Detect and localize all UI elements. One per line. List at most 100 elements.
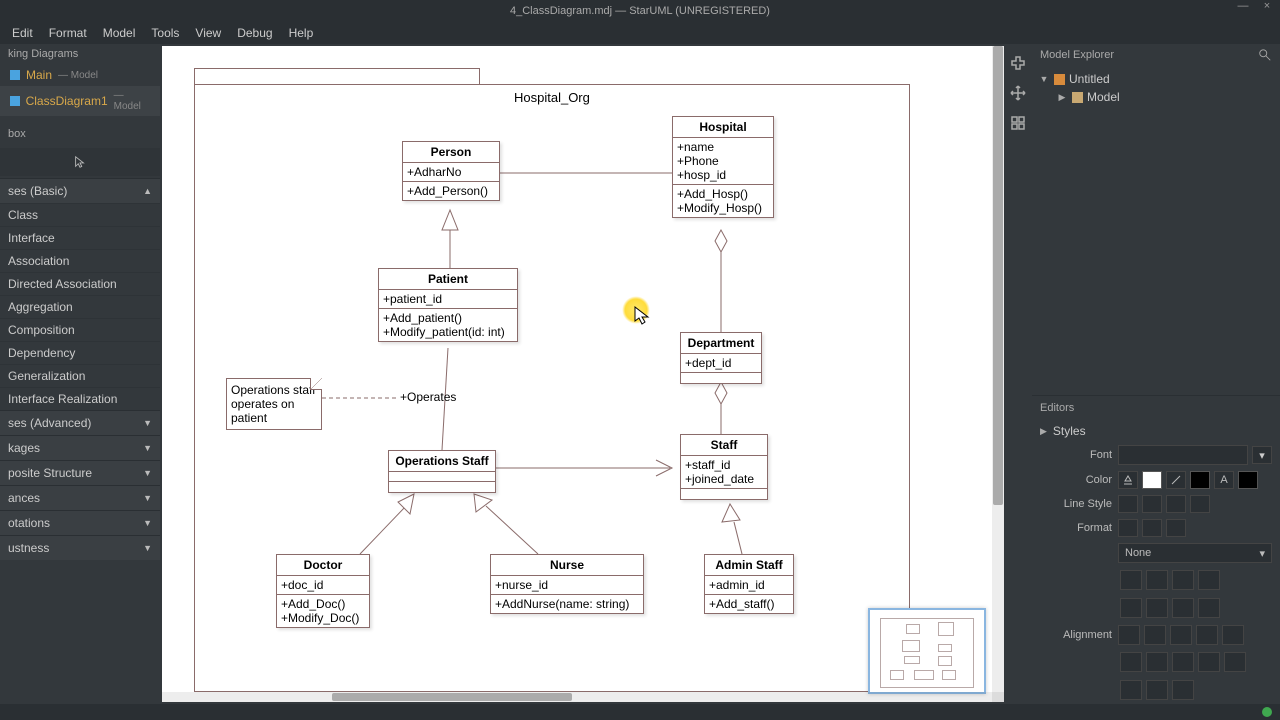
- tool-directed-association[interactable]: Directed Association: [0, 272, 160, 295]
- center-panel: Hospital_Org: [160, 44, 1004, 704]
- line-oblique-icon[interactable]: [1142, 495, 1162, 513]
- format-icon-3[interactable]: [1166, 519, 1186, 537]
- diagram-canvas[interactable]: Hospital_Org: [162, 46, 1004, 702]
- dropdown-icon[interactable]: ▾: [1252, 446, 1272, 464]
- menu-view[interactable]: View: [187, 24, 229, 42]
- align-btn[interactable]: [1146, 680, 1168, 700]
- class-operations-staff[interactable]: Operations Staff: [388, 450, 496, 493]
- tool-dependency[interactable]: Dependency: [0, 341, 160, 364]
- grid-icon[interactable]: [1007, 112, 1029, 134]
- prop-label: Format: [1040, 522, 1112, 534]
- align-btn[interactable]: [1120, 680, 1142, 700]
- align-btn[interactable]: [1170, 625, 1192, 645]
- tool-generalization[interactable]: Generalization: [0, 364, 160, 387]
- toolbox-category-robustness[interactable]: ustness ▼: [0, 535, 160, 560]
- stereotype-dropdown[interactable]: None ▾: [1118, 543, 1272, 563]
- fmt-btn[interactable]: [1172, 570, 1194, 590]
- toolbox-select-cursor[interactable]: [0, 148, 160, 176]
- tool-class[interactable]: Class: [0, 203, 160, 226]
- font-dropdown[interactable]: [1118, 445, 1248, 465]
- class-doctor[interactable]: Doctor +doc_id +Add_Doc() +Modify_Doc(): [276, 554, 370, 628]
- align-btn[interactable]: [1224, 652, 1246, 672]
- menu-tools[interactable]: Tools: [143, 24, 187, 42]
- tree-twisty-icon[interactable]: ▼: [1038, 74, 1050, 84]
- package-tab[interactable]: [194, 68, 480, 84]
- search-icon[interactable]: [1258, 48, 1272, 62]
- fmt-btn[interactable]: [1146, 598, 1168, 618]
- class-nurse[interactable]: Nurse +nurse_id +AddNurse(name: string): [490, 554, 644, 614]
- tool-aggregation[interactable]: Aggregation: [0, 295, 160, 318]
- toolbox-category-instances[interactable]: ances ▼: [0, 485, 160, 510]
- minimap[interactable]: [868, 608, 986, 694]
- align-btn[interactable]: [1198, 652, 1220, 672]
- close-button[interactable]: ×: [1258, 0, 1276, 12]
- text-color-icon[interactable]: A: [1214, 471, 1234, 489]
- chevron-down-icon: ▼: [143, 418, 152, 428]
- menu-help[interactable]: Help: [281, 24, 322, 42]
- class-person[interactable]: Person +AdharNo +Add_Person(): [402, 141, 500, 201]
- tool-interface-realization[interactable]: Interface Realization: [0, 387, 160, 410]
- format-icon-2[interactable]: [1142, 519, 1162, 537]
- menu-debug[interactable]: Debug: [229, 24, 280, 42]
- line-color-icon[interactable]: [1166, 471, 1186, 489]
- align-btn[interactable]: [1120, 652, 1142, 672]
- line-rectilinear-icon[interactable]: [1118, 495, 1138, 513]
- line-color-swatch[interactable]: [1190, 471, 1210, 489]
- align-btn[interactable]: [1172, 680, 1194, 700]
- extensions-icon[interactable]: [1007, 52, 1029, 74]
- class-staff[interactable]: Staff +staff_id +joined_date: [680, 434, 768, 500]
- line-rounded-icon[interactable]: [1166, 495, 1186, 513]
- fmt-btn[interactable]: [1198, 598, 1220, 618]
- diagram-item-main[interactable]: Main — Model: [0, 64, 160, 86]
- fill-color-swatch[interactable]: [1142, 471, 1162, 489]
- format-options-row-1: [1032, 566, 1280, 594]
- toolbox-category-classes-basic[interactable]: ses (Basic) ▲: [0, 178, 160, 203]
- minimize-button[interactable]: —: [1234, 0, 1252, 12]
- align-btn[interactable]: [1118, 625, 1140, 645]
- class-admin-staff[interactable]: Admin Staff +admin_id +Add_staff(): [704, 554, 794, 614]
- package-icon: [1072, 92, 1083, 103]
- menu-format[interactable]: Format: [41, 24, 95, 42]
- class-hospital[interactable]: Hospital +name +Phone +hosp_id +Add_Hosp…: [672, 116, 774, 218]
- format-icon-1[interactable]: [1118, 519, 1138, 537]
- tree-row-untitled[interactable]: ▼ Untitled: [1038, 70, 1274, 88]
- class-department[interactable]: Department +dept_id: [680, 332, 762, 384]
- prop-stereotype: None ▾: [1032, 540, 1280, 566]
- tree-row-model[interactable]: ▶ Model: [1038, 88, 1274, 106]
- fmt-btn[interactable]: [1198, 570, 1220, 590]
- fill-color-icon[interactable]: [1118, 471, 1138, 489]
- tool-composition[interactable]: Composition: [0, 318, 160, 341]
- toolbox-category-packages[interactable]: kages ▼: [0, 435, 160, 460]
- line-curve-icon[interactable]: [1190, 495, 1210, 513]
- menu-model[interactable]: Model: [95, 24, 144, 42]
- canvas-scrollbar-vertical[interactable]: [992, 46, 1004, 702]
- align-btn[interactable]: [1222, 625, 1244, 645]
- class-name: Doctor: [277, 555, 369, 576]
- tool-interface[interactable]: Interface: [0, 226, 160, 249]
- toolbox-category-composite[interactable]: posite Structure ▼: [0, 460, 160, 485]
- class-patient[interactable]: Patient +patient_id +Add_patient() +Modi…: [378, 268, 518, 342]
- fmt-btn[interactable]: [1172, 598, 1194, 618]
- diagram-item-classdiagram1[interactable]: ClassDiagram1 — Model: [0, 86, 160, 116]
- text-color-swatch[interactable]: [1238, 471, 1258, 489]
- toolbox-category-annotations[interactable]: otations ▼: [0, 510, 160, 535]
- cursor-icon: [634, 306, 650, 326]
- window-controls: — ×: [1234, 0, 1276, 12]
- styles-row[interactable]: ▶ Styles: [1032, 420, 1280, 442]
- align-btn[interactable]: [1146, 652, 1168, 672]
- fmt-btn[interactable]: [1120, 598, 1142, 618]
- tool-association[interactable]: Association: [0, 249, 160, 272]
- fmt-btn[interactable]: [1120, 570, 1142, 590]
- align-btn[interactable]: [1196, 625, 1218, 645]
- align-btn[interactable]: [1144, 625, 1166, 645]
- menu-edit[interactable]: Edit: [4, 24, 41, 42]
- move-icon[interactable]: [1007, 82, 1029, 104]
- toolbox-header: box: [0, 122, 160, 146]
- tree-twisty-icon[interactable]: ▶: [1056, 92, 1068, 103]
- attribute: +joined_date: [685, 472, 763, 486]
- fmt-btn[interactable]: [1146, 570, 1168, 590]
- toolbox-category-classes-advanced[interactable]: ses (Advanced) ▼: [0, 410, 160, 435]
- canvas-scrollbar-horizontal[interactable]: [162, 692, 1004, 702]
- align-btn[interactable]: [1172, 652, 1194, 672]
- note-operations-staff[interactable]: Operations staff operates on patient: [226, 378, 322, 430]
